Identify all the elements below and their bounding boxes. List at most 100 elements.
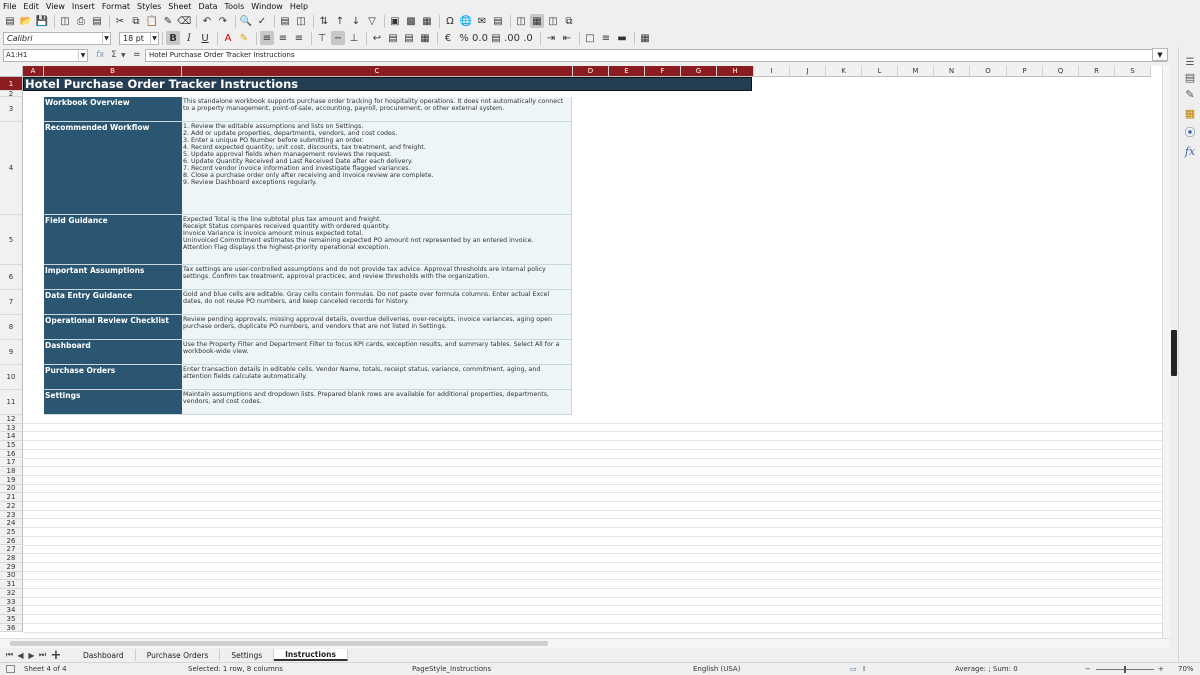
clear-formatting-icon[interactable]: ⌫ xyxy=(177,14,191,28)
comment-icon[interactable]: ✉ xyxy=(475,14,489,28)
insert-chart-icon[interactable]: ▩ xyxy=(404,14,418,28)
section-text-cell[interactable]: 1. Review the editable assumptions and l… xyxy=(182,122,572,215)
row-header[interactable]: 4 xyxy=(0,122,23,215)
name-box[interactable]: A1:H1 ▼ xyxy=(3,48,88,62)
row-header[interactable]: 21 xyxy=(0,493,23,502)
section-label-cell[interactable]: Purchase Orders xyxy=(44,365,182,390)
add-sheet-icon[interactable]: + xyxy=(48,648,64,663)
column-header-h[interactable]: H xyxy=(717,66,754,77)
sort-ascending-icon[interactable]: ↑ xyxy=(333,14,347,28)
page-style[interactable]: PageStyle_Instructions xyxy=(412,665,491,673)
add-decimal-icon[interactable]: .00 xyxy=(504,31,520,45)
tab-dashboard[interactable]: Dashboard xyxy=(72,649,136,661)
zoom-slider-handle[interactable] xyxy=(1124,666,1126,673)
border-color-icon[interactable]: ▬ xyxy=(615,31,629,45)
select-all-corner[interactable] xyxy=(0,66,23,77)
section-text-cell[interactable]: Maintain assumptions and dropdown lists.… xyxy=(182,390,572,415)
align-right-icon[interactable]: ≡ xyxy=(292,31,306,45)
center-vertically-icon[interactable]: − xyxy=(331,31,345,45)
align-top-icon[interactable]: ⊤ xyxy=(315,31,329,45)
horizontal-scrollbar[interactable] xyxy=(0,638,1170,648)
status-summary[interactable]: Average: ; Sum: 0 xyxy=(955,665,1018,673)
expand-formula-bar-icon[interactable]: ▼ xyxy=(1152,48,1168,61)
sum-dropdown-icon[interactable]: ▼ xyxy=(121,52,126,59)
zoom-in-icon[interactable]: + xyxy=(1158,665,1164,673)
align-bottom-icon[interactable]: ⊥ xyxy=(347,31,361,45)
navigator-icon[interactable]: ⦿ xyxy=(1183,125,1197,139)
row-header[interactable]: 20 xyxy=(0,484,23,494)
section-text-cell[interactable]: Tax settings are user-controlled assumpt… xyxy=(182,265,572,290)
row-icon[interactable]: ▤ xyxy=(278,14,292,28)
column-header-n[interactable]: N xyxy=(934,66,970,77)
borders-icon[interactable]: □ xyxy=(583,31,597,45)
section-label-cell[interactable]: Recommended Workflow xyxy=(44,122,182,215)
delete-decimal-icon[interactable]: .0 xyxy=(521,31,535,45)
font-color-icon[interactable]: A xyxy=(221,31,235,45)
cell-styles-icon[interactable]: ▦ xyxy=(638,31,652,45)
date-format-icon[interactable]: ▤ xyxy=(489,31,503,45)
section-text-cell[interactable]: Enter transaction details in editable ce… xyxy=(182,365,572,390)
split-window-icon[interactable]: ◫ xyxy=(546,14,560,28)
section-text-cell[interactable]: Review pending approvals, missing approv… xyxy=(182,315,572,340)
zoom-out-icon[interactable]: − xyxy=(1085,665,1091,673)
section-label-cell[interactable]: Workbook Overview xyxy=(44,97,182,122)
sort-descending-icon[interactable]: ↓ xyxy=(349,14,363,28)
column-header-d[interactable]: D xyxy=(573,66,609,77)
menu-data[interactable]: Data xyxy=(198,2,217,11)
row-header[interactable]: 10 xyxy=(0,365,23,390)
tab-instructions[interactable]: Instructions xyxy=(274,649,348,661)
styles-icon[interactable]: ✎ xyxy=(1183,87,1197,101)
column-header-c[interactable]: C xyxy=(182,66,573,77)
unmerge-icon[interactable]: ▤ xyxy=(402,31,416,45)
bold-icon[interactable]: B xyxy=(166,31,180,45)
insert-image-icon[interactable]: ▣ xyxy=(388,14,402,28)
align-center-icon[interactable]: ≡ xyxy=(276,31,290,45)
column-header-m[interactable]: M xyxy=(898,66,934,77)
next-sheet-icon[interactable]: ▶ xyxy=(26,651,37,660)
menu-edit[interactable]: Edit xyxy=(23,2,39,11)
formula-icon[interactable]: = xyxy=(133,50,141,60)
row-header[interactable]: 24 xyxy=(0,519,23,529)
new-icon[interactable]: ▤ xyxy=(3,14,17,28)
number-format-icon[interactable]: 0.0 xyxy=(472,31,488,45)
row-header[interactable]: 5 xyxy=(0,215,23,265)
horizontal-scroll-thumb[interactable] xyxy=(10,641,548,646)
column-header-e[interactable]: E xyxy=(609,66,645,77)
row-header[interactable]: 12 xyxy=(0,415,23,424)
column-header-i[interactable]: I xyxy=(754,66,790,77)
sort-icon[interactable]: ⇅ xyxy=(317,14,331,28)
show-draw-functions-icon[interactable]: ⧉ xyxy=(562,14,576,28)
row-header[interactable]: 35 xyxy=(0,615,23,624)
sum-icon[interactable]: Σ xyxy=(111,50,117,60)
copy-icon[interactable]: ⧉ xyxy=(129,14,143,28)
section-label-cell[interactable]: Field Guidance xyxy=(44,215,182,265)
zoom-level[interactable]: 70% xyxy=(1178,665,1194,673)
conditional-format-icon[interactable]: ▦ xyxy=(418,31,432,45)
row-header[interactable]: 34 xyxy=(0,606,23,616)
print-preview-icon[interactable]: ▤ xyxy=(90,14,104,28)
row-header[interactable]: 31 xyxy=(0,580,23,589)
row-header[interactable]: 6 xyxy=(0,265,23,290)
undo-icon[interactable]: ↶ xyxy=(200,14,214,28)
row-header[interactable]: 32 xyxy=(0,589,23,598)
section-label-cell[interactable]: Important Assumptions xyxy=(44,265,182,290)
menu-window[interactable]: Window xyxy=(251,2,283,11)
row-header[interactable]: 8 xyxy=(0,315,23,340)
section-label-cell[interactable]: Settings xyxy=(44,390,182,415)
row-header[interactable]: 14 xyxy=(0,432,23,442)
paste-icon[interactable]: 📋 xyxy=(145,14,159,28)
chevron-down-icon[interactable]: ▼ xyxy=(150,32,158,44)
chevron-down-icon[interactable]: ▼ xyxy=(78,49,87,61)
menu-format[interactable]: Format xyxy=(102,2,130,11)
column-icon[interactable]: ◫ xyxy=(294,14,308,28)
autofilter-icon[interactable]: ▽ xyxy=(365,14,379,28)
vertical-scrollbar[interactable] xyxy=(1162,66,1170,638)
italic-icon[interactable]: I xyxy=(182,31,196,45)
row-header[interactable]: 36 xyxy=(0,624,23,633)
row-header[interactable]: 28 xyxy=(0,554,23,563)
formula-input[interactable]: Hotel Purchase Order Tracker Instruction… xyxy=(145,48,1167,62)
row-header[interactable]: 9 xyxy=(0,340,23,365)
column-header-s[interactable]: S xyxy=(1115,66,1151,77)
menu-sheet[interactable]: Sheet xyxy=(168,2,191,11)
section-text-cell[interactable]: Use the Property Filter and Department F… xyxy=(182,340,572,365)
